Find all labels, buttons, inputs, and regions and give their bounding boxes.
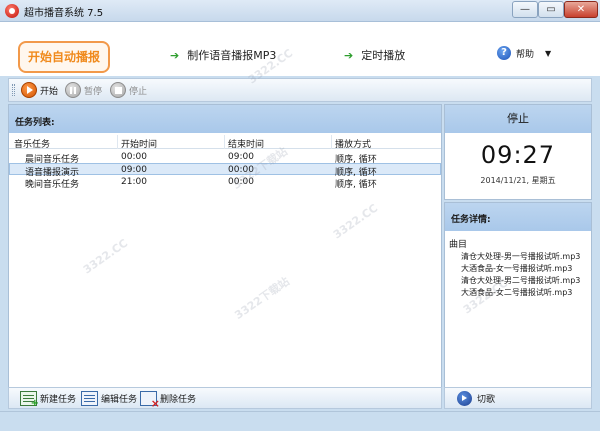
column-header-end[interactable]: 结束时间 — [228, 137, 264, 150]
timed-play-link[interactable]: ➔ 定时播放 — [344, 47, 405, 63]
start-label: 开始 — [40, 86, 59, 97]
window-title: 超市播音系统 7.5 — [24, 8, 104, 19]
title-bar[interactable]: 超市播音系统 7.5 — ▭ ✕ — [0, 0, 600, 22]
column-divider — [224, 135, 225, 149]
playback-toolbar: 开始 暂停 停止 — [8, 78, 592, 102]
task-list-header: 任务列表: — [9, 105, 441, 133]
task-actions-bar: 新建任务 编辑任务 删除任务 — [8, 387, 442, 410]
column-header-mode[interactable]: 播放方式 — [335, 137, 371, 150]
table-row[interactable]: 语音播报演示 09:00 00:00 顺序, 循环 — [9, 163, 441, 178]
clock-date: 2014/11/21, 星期五 — [480, 176, 556, 185]
column-header-start[interactable]: 开始时间 — [121, 137, 157, 150]
pause-button[interactable]: 暂停 — [65, 82, 102, 98]
task-list-panel: 任务列表: 音乐任务 开始时间 结束时间 播放方式 晨间音乐任务 00:00 0… — [8, 104, 442, 409]
task-name: 晚间音乐任务 — [25, 180, 80, 190]
playback-state: 停止 — [445, 105, 591, 133]
new-task-label: 新建任务 — [40, 395, 77, 405]
column-divider — [117, 135, 118, 149]
task-start: 21:00 — [121, 177, 147, 187]
clock-time: 09:27 — [480, 141, 556, 169]
stop-icon — [110, 82, 126, 98]
help-menu[interactable]: ? 帮助 ▼ — [497, 46, 551, 60]
app-logo-icon — [5, 4, 19, 18]
delete-task-icon — [140, 391, 160, 410]
start-button[interactable]: 开始 — [21, 82, 58, 98]
detail-actions-bar: 切歌 — [444, 387, 592, 409]
status-bar — [0, 411, 600, 431]
task-mode: 顺序, 循环 — [335, 180, 377, 190]
stop-button[interactable]: 停止 — [110, 82, 147, 98]
table-row[interactable]: 晚间音乐任务 21:00 00:00 顺序, 循环 — [9, 176, 441, 190]
delete-task-button[interactable]: 删除任务 — [140, 391, 197, 410]
help-label: 帮助 — [516, 49, 535, 60]
make-mp3-link[interactable]: ➔ 制作语音播报MP3 — [170, 47, 276, 63]
stop-label: 停止 — [129, 86, 148, 97]
start-auto-broadcast-button[interactable]: 开始自动播报 — [18, 41, 110, 73]
play-icon — [21, 82, 37, 98]
close-button[interactable]: ✕ — [564, 1, 598, 18]
task-start: 09:00 — [121, 165, 147, 175]
track-column-header: 曲目 — [449, 240, 468, 250]
make-mp3-label: 制作语音播报MP3 — [187, 49, 277, 62]
edit-task-label: 编辑任务 — [101, 395, 138, 405]
chevron-down-icon: ▼ — [545, 48, 552, 58]
task-start: 00:00 — [121, 152, 147, 162]
list-item[interactable]: 大酒食品-女一号播报试听.mp3 — [461, 263, 572, 274]
toolbar-grip[interactable] — [12, 84, 15, 96]
new-task-icon — [20, 391, 39, 409]
arrow-right-icon: ➔ — [344, 48, 354, 62]
edit-task-button[interactable]: 编辑任务 — [81, 391, 137, 406]
new-task-button[interactable]: 新建任务 — [20, 391, 77, 409]
column-divider — [331, 135, 332, 149]
arrow-right-icon: ➔ — [170, 48, 180, 62]
timed-play-label: 定时播放 — [361, 49, 406, 62]
skip-track-icon — [457, 391, 472, 406]
pause-icon — [65, 82, 81, 98]
top-navigation: 开始自动播报 ➔ 制作语音播报MP3 ➔ 定时播放 ? 帮助 ▼ — [0, 22, 600, 76]
app-window: 超市播音系统 7.5 — ▭ ✕ 开始自动播报 ➔ 制作语音播报MP3 ➔ 定时… — [0, 0, 600, 431]
column-header-task[interactable]: 音乐任务 — [14, 137, 50, 150]
table-row[interactable]: 晨间音乐任务 00:00 09:00 顺序, 循环 — [9, 151, 441, 165]
task-table-header: 音乐任务 开始时间 结束时间 播放方式 — [9, 135, 441, 150]
list-item[interactable]: 清仓大处理-男二号播报试听.mp3 — [461, 275, 580, 286]
task-end: 09:00 — [228, 152, 254, 162]
cut-song-label: 切歌 — [477, 395, 496, 405]
delete-task-label: 删除任务 — [160, 395, 197, 405]
minimize-button[interactable]: — — [512, 1, 538, 18]
task-detail-header: 任务详情: — [445, 203, 591, 231]
help-icon: ? — [497, 46, 511, 60]
maximize-button[interactable]: ▭ — [538, 1, 564, 18]
cut-song-button[interactable]: 切歌 — [457, 391, 495, 406]
edit-task-icon — [81, 391, 98, 406]
playback-status-panel: 停止 09:27 2014/11/21, 星期五 — [444, 104, 592, 200]
list-item[interactable]: 清仓大处理-男一号播报试听.mp3 — [461, 251, 580, 262]
pause-label: 暂停 — [84, 86, 103, 97]
